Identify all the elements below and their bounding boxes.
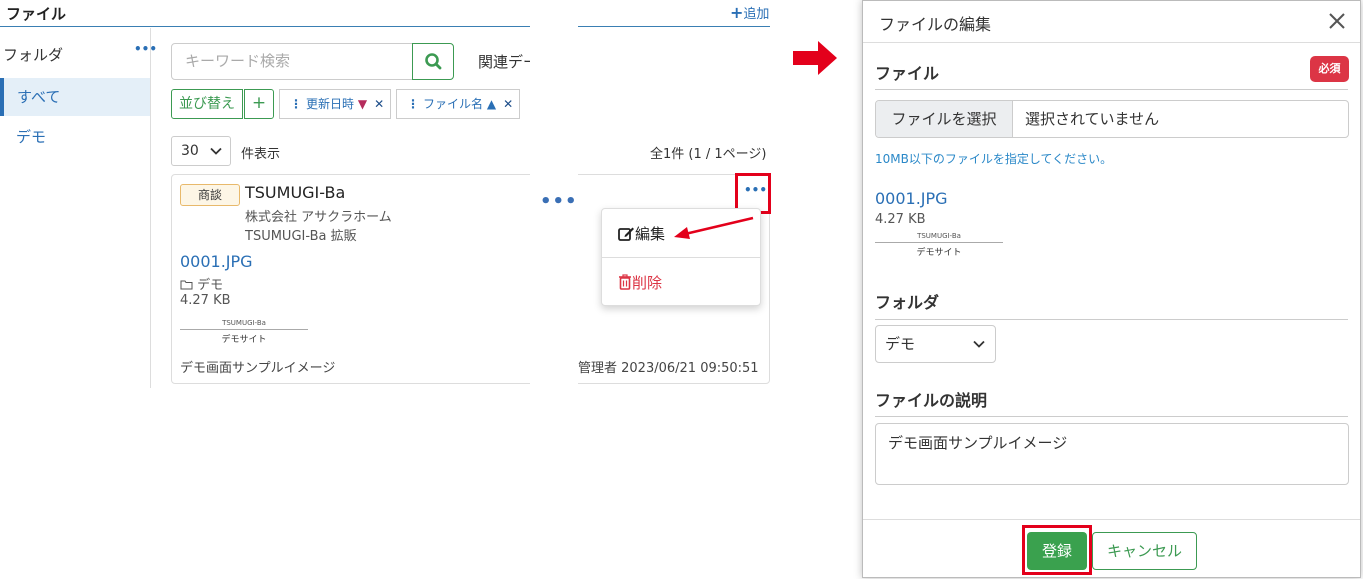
- card-deal: TSUMUGI-Ba 拡販: [245, 229, 357, 244]
- highlight-box: [1022, 525, 1092, 575]
- edit-icon: [618, 227, 634, 241]
- close-icon[interactable]: [1325, 9, 1349, 33]
- card-title: TSUMUGI-Ba: [245, 183, 346, 202]
- current-file-size: 4.27 KB: [875, 212, 926, 227]
- per-page-select[interactable]: 30: [171, 136, 231, 166]
- description-textarea[interactable]: デモ画面サンプルイメージ: [875, 423, 1349, 485]
- card-folder: デモ: [180, 274, 223, 293]
- add-label: 追加: [743, 7, 770, 22]
- search-icon: [425, 53, 442, 70]
- search-input[interactable]: キーワード検索: [171, 43, 413, 80]
- thumbnail-logo: TSUMUGI-Ba: [917, 232, 961, 240]
- thumbnail-rule: [180, 329, 308, 330]
- more-icon: •••: [540, 191, 578, 212]
- card-file-size: 4.27 KB: [180, 293, 231, 308]
- folder-item-demo[interactable]: デモ: [0, 118, 150, 156]
- menu-item-delete-label: 削除: [632, 274, 663, 292]
- drag-handle-icon[interactable]: ⋮: [290, 97, 302, 111]
- search-button[interactable]: [412, 43, 454, 80]
- folder-section-label: フォルダ: [875, 293, 940, 312]
- dialog-header-divider: [863, 42, 1360, 43]
- close-icon[interactable]: ✕: [374, 97, 384, 111]
- title-divider: [0, 26, 530, 27]
- card-folder-label: デモ: [197, 278, 224, 293]
- chevron-down-icon: [210, 147, 222, 155]
- per-page-label: 件表示: [241, 147, 281, 162]
- chevron-down-icon: [973, 340, 985, 348]
- required-badge: 必須: [1310, 56, 1349, 82]
- folder-select[interactable]: デモ: [875, 325, 996, 363]
- sort-chip-filename[interactable]: ⋮ ファイル名 ▲ ✕: [396, 89, 521, 119]
- screenshot-gap: [530, 20, 578, 32]
- sort-desc-icon: ▼: [357, 97, 368, 111]
- file-thumbnail[interactable]: TSUMUGI-Ba デモサイト: [180, 319, 308, 345]
- folder-icon: [180, 280, 193, 290]
- title-divider: [578, 26, 770, 27]
- edit-file-dialog: ファイルの編集 ファイル 必須 ファイルを選択 選択されていません 10MB以下…: [862, 0, 1361, 578]
- section-divider: [875, 89, 1348, 90]
- category-badge: 商談: [180, 184, 240, 206]
- sort-add-button[interactable]: +: [244, 89, 274, 119]
- add-button[interactable]: +追加: [730, 3, 769, 22]
- choose-file-button[interactable]: ファイルを選択: [876, 101, 1013, 137]
- sort-chip-label: 更新日時: [306, 97, 355, 111]
- arrow-right-icon: [793, 41, 837, 75]
- thumbnail-rule: [875, 242, 1003, 243]
- description-section-label: ファイルの説明: [875, 391, 988, 410]
- file-help-text: 10MB以下のファイルを指定してください。: [875, 152, 1113, 166]
- file-list-screen: ファイル +追加 フォルダ ••• すべて デモ キーワード検索 関連データ 並…: [0, 0, 780, 579]
- sort-chip-updated[interactable]: ⋮ 更新日時 ▼ ✕: [279, 89, 392, 119]
- file-link[interactable]: 0001.JPG: [180, 252, 253, 271]
- menu-item-edit-label: 編集: [635, 225, 666, 243]
- thumbnail-caption: デモサイト: [221, 335, 267, 345]
- drag-handle-icon[interactable]: ⋮: [407, 97, 419, 111]
- menu-item-edit[interactable]: 編集: [618, 223, 665, 244]
- sort-asc-icon: ▲: [486, 97, 497, 111]
- page-title: ファイル: [6, 5, 67, 23]
- card-meta: 管理者 2023/06/21 09:50:51: [578, 361, 759, 376]
- folder-item-all[interactable]: すべて: [0, 78, 150, 116]
- total-count: 全1件 (1 / 1ページ): [650, 147, 767, 162]
- related-data-label[interactable]: 関連データ: [478, 51, 530, 72]
- section-divider: [875, 319, 1348, 320]
- card-description: デモ画面サンプルイメージ: [180, 361, 336, 376]
- folder-heading: フォルダ: [3, 46, 64, 64]
- section-divider: [875, 416, 1348, 417]
- trash-icon: [619, 274, 631, 290]
- per-page-value: 30: [181, 143, 199, 159]
- menu-divider: [602, 257, 760, 258]
- dialog-title: ファイルの編集: [879, 15, 992, 34]
- sort-button[interactable]: 並び替え: [171, 89, 243, 119]
- thumbnail-caption: デモサイト: [916, 248, 962, 258]
- file-section-label: ファイル: [875, 64, 940, 83]
- card-company: 株式会社 アサクラホーム: [245, 210, 392, 225]
- dialog-footer-divider: [863, 519, 1360, 520]
- plus-icon: +: [730, 3, 744, 22]
- annotation-arrow: [674, 216, 754, 239]
- thumbnail-logo: TSUMUGI-Ba: [222, 319, 266, 327]
- folder-select-value: デモ: [885, 335, 916, 353]
- folder-more-icon[interactable]: •••: [134, 42, 157, 56]
- cancel-button[interactable]: キャンセル: [1092, 532, 1197, 570]
- file-thumbnail[interactable]: TSUMUGI-Ba デモサイト: [875, 232, 1003, 258]
- sort-chip-label: ファイル名: [423, 97, 484, 111]
- menu-item-delete[interactable]: 削除: [618, 272, 662, 293]
- file-input[interactable]: ファイルを選択 選択されていません: [875, 100, 1349, 138]
- folder-pane: フォルダ ••• すべて デモ: [0, 28, 157, 388]
- current-file-link[interactable]: 0001.JPG: [875, 189, 948, 208]
- close-icon[interactable]: ✕: [503, 97, 513, 111]
- file-status: 選択されていません: [1025, 110, 1160, 128]
